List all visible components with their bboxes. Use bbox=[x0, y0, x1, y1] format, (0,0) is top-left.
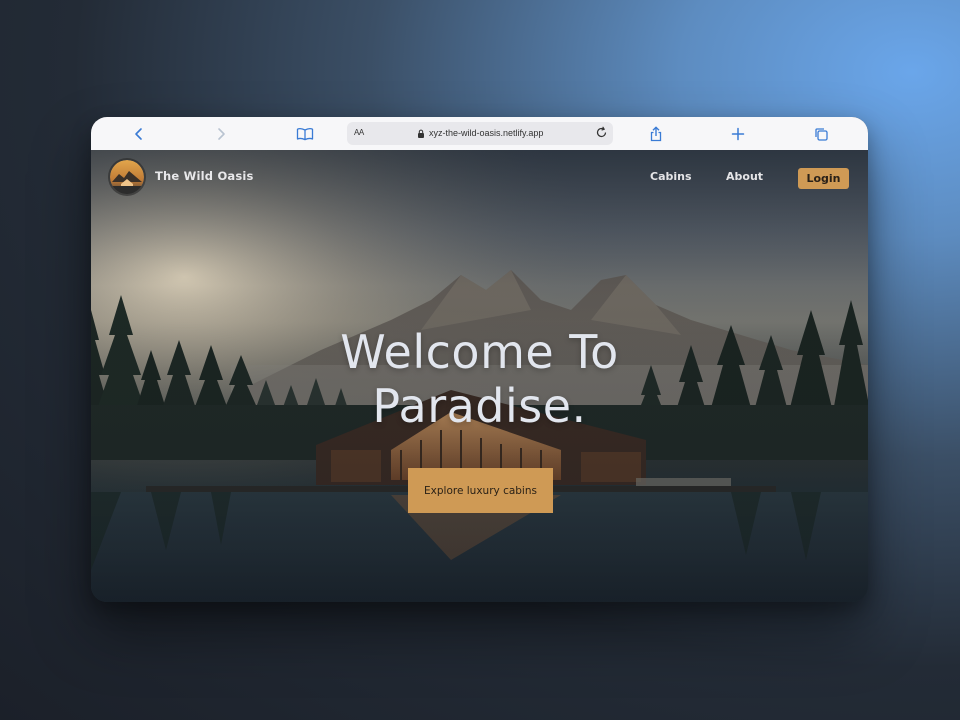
logo[interactable] bbox=[110, 160, 144, 194]
new-tab-icon[interactable] bbox=[727, 123, 749, 145]
brand-name[interactable]: The Wild Oasis bbox=[155, 169, 254, 183]
browser-window: AA xyz-the-wild-oasis.netlify.app The Wi… bbox=[91, 117, 868, 602]
nav-link-about[interactable]: About bbox=[726, 170, 763, 183]
reload-icon[interactable] bbox=[595, 126, 608, 141]
login-button[interactable]: Login bbox=[798, 168, 849, 189]
hero-heading-line2: Paradise. bbox=[372, 379, 587, 433]
explore-cabins-button[interactable]: Explore luxury cabins bbox=[408, 468, 553, 513]
bookmarks-icon[interactable] bbox=[294, 123, 316, 145]
nav-link-cabins[interactable]: Cabins bbox=[650, 170, 692, 183]
lock-icon bbox=[418, 129, 424, 138]
url-text: xyz-the-wild-oasis.netlify.app bbox=[429, 128, 544, 138]
address-bar[interactable]: AA xyz-the-wild-oasis.netlify.app bbox=[347, 122, 613, 145]
site-header: The Wild Oasis Cabins About Login bbox=[91, 150, 868, 208]
back-icon[interactable] bbox=[128, 123, 150, 145]
hero-heading-line1: Welcome To bbox=[340, 325, 619, 379]
tabs-icon[interactable] bbox=[810, 123, 832, 145]
share-icon[interactable] bbox=[645, 123, 667, 145]
hero-heading: Welcome To Paradise. bbox=[91, 325, 868, 433]
text-size-button[interactable]: AA bbox=[354, 128, 364, 137]
browser-toolbar: AA xyz-the-wild-oasis.netlify.app bbox=[91, 117, 868, 151]
forward-icon[interactable] bbox=[210, 123, 232, 145]
web-page: The Wild Oasis Cabins About Login Welcom… bbox=[91, 150, 868, 602]
logo-image bbox=[110, 160, 144, 194]
url-display[interactable]: xyz-the-wild-oasis.netlify.app bbox=[417, 128, 543, 138]
